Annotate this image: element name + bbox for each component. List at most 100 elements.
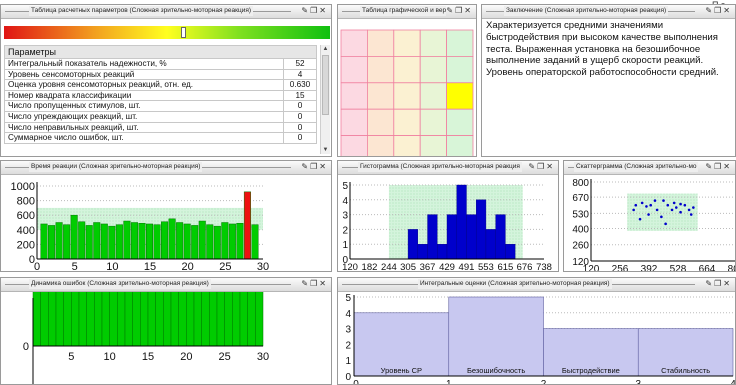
x-tick-label: 182 <box>362 262 378 272</box>
table-row[interactable]: Суммарное число ошибок, шт. 0 <box>4 132 317 144</box>
y-tick-label: 4 <box>345 309 351 320</box>
pin-icon[interactable]: ✎ <box>301 5 310 17</box>
table-row[interactable]: Оценка уровня сенсомоторных реакций, отн… <box>4 79 317 91</box>
grid-cell <box>340 108 368 136</box>
error-bar <box>209 292 218 347</box>
params-scrollbar[interactable]: ▲ ▼ <box>320 45 330 154</box>
x-tick-label: 392 <box>641 264 658 272</box>
grid-cell <box>446 29 474 57</box>
error-bar <box>255 292 264 347</box>
classification-grid <box>340 29 474 156</box>
scroll-down-icon[interactable]: ▼ <box>321 146 330 154</box>
integral-titlebar[interactable]: Интегральные оценки (Сложная зрительно-м… <box>338 278 735 292</box>
scatter-point <box>662 199 665 202</box>
reaction-time-titlebar[interactable]: Время реакции (Сложная зрительно-моторна… <box>1 161 331 175</box>
reaction-time-bar <box>228 223 236 260</box>
y-tick-label: 530 <box>572 209 589 220</box>
x-tick-label: 120 <box>583 264 600 272</box>
histogram-titlebar[interactable]: Гистограмма (Сложная зрительно-моторная … <box>338 161 558 175</box>
grid-cell <box>419 29 447 57</box>
pin-icon[interactable]: ✎ <box>705 5 714 17</box>
reaction-time-bar <box>183 223 191 260</box>
pin-icon[interactable]: ✎ <box>301 278 310 290</box>
params-table-window: Таблица расчетных параметров (Сложная зр… <box>0 4 332 157</box>
grid-cell <box>446 135 474 156</box>
close-icon[interactable]: ✕ <box>723 161 732 173</box>
restore-icon[interactable]: ❐ <box>714 278 723 290</box>
errors-chart: 0151015202530 <box>23 292 269 384</box>
param-label: Оценка уровня сенсомоторных реакций, отн… <box>4 79 284 91</box>
error-bar <box>117 292 126 347</box>
param-label: Число неправильных реакций, шт. <box>4 121 284 134</box>
scroll-thumb[interactable] <box>322 55 329 115</box>
close-icon[interactable]: ✕ <box>319 5 328 17</box>
grid-titlebar[interactable]: Таблица графической и вер ✎❐✕ <box>338 5 476 19</box>
close-icon[interactable]: ✕ <box>723 5 732 17</box>
pin-icon[interactable]: ✎ <box>705 278 714 290</box>
histogram-bar <box>475 199 487 260</box>
error-bar <box>124 292 133 347</box>
error-bar <box>48 292 57 347</box>
param-value: 0 <box>283 121 317 134</box>
x-tick-label: 10 <box>104 351 116 363</box>
restore-icon[interactable]: ❐ <box>310 161 319 173</box>
grid-cell <box>366 135 395 156</box>
restore-icon[interactable]: ❐ <box>310 278 319 290</box>
scatter-point <box>645 205 648 208</box>
pin-icon[interactable]: ✎ <box>301 161 310 173</box>
error-bar <box>101 292 110 347</box>
restore-icon[interactable]: ❐ <box>714 161 723 173</box>
restore-icon[interactable]: ❐ <box>537 161 546 173</box>
error-bar <box>224 292 233 347</box>
y-tick-label: 0 <box>23 341 29 353</box>
scatter-point <box>666 203 670 207</box>
close-icon[interactable]: ✕ <box>723 278 732 290</box>
scatter-point <box>687 208 691 212</box>
error-bar <box>216 292 225 347</box>
x-tick-label: 20 <box>180 351 192 363</box>
params-titlebar[interactable]: Таблица расчетных параметров (Сложная зр… <box>1 5 331 19</box>
restore-icon[interactable]: ❐ <box>455 5 464 17</box>
reaction-time-bar <box>198 220 206 260</box>
histogram-title: Гистограмма (Сложная зрительно-моторная … <box>358 162 522 172</box>
scatter-titlebar[interactable]: Скаттерграмма (Сложная зрительно-мо ✎❐✕ <box>564 161 735 175</box>
close-icon[interactable]: ✕ <box>464 5 473 17</box>
conclusion-titlebar[interactable]: Заключение (Сложная зрительно-моторная р… <box>482 5 735 19</box>
error-bar <box>201 292 210 347</box>
reaction-time-bar <box>221 222 229 260</box>
pin-icon[interactable]: ✎ <box>705 161 714 173</box>
table-row[interactable]: Интегральный показатель надежности, % 52 <box>4 58 317 70</box>
scroll-up-icon[interactable]: ▲ <box>321 45 330 53</box>
integral-window: Интегральные оценки (Сложная зрительно-м… <box>337 277 736 385</box>
table-row[interactable]: Номер квадрата классификации 15 <box>4 89 317 102</box>
close-icon[interactable]: ✕ <box>319 161 328 173</box>
errors-titlebar[interactable]: Динамика ошибок (Сложная зрительно-мотор… <box>1 278 331 292</box>
integral-chart: Уровень СР Безошибочность Быстродействие Ст… <box>345 293 735 385</box>
reaction-time-bar <box>55 222 63 260</box>
reaction-time-bar <box>93 222 101 260</box>
table-row[interactable]: Число упреждающих реакций, шт. 0 <box>4 110 317 123</box>
table-row[interactable]: Число неправильных реакций, шт. 0 <box>4 121 317 134</box>
errors-title: Динамика ошибок (Сложная зрительно-мотор… <box>29 279 211 289</box>
close-icon[interactable]: ✕ <box>319 278 328 290</box>
grid-cell <box>340 82 368 110</box>
restore-icon[interactable]: ❐ <box>310 5 319 17</box>
pin-icon[interactable]: ✎ <box>528 161 537 173</box>
y-tick-label: 1000 <box>11 181 35 193</box>
pin-icon[interactable]: ✎ <box>446 5 455 17</box>
x-tick-label: 429 <box>439 262 455 272</box>
error-bar <box>63 292 72 347</box>
error-bar <box>78 292 87 347</box>
scatter-point <box>679 202 682 206</box>
table-row[interactable]: Число пропущенных стимулов, шт. 0 <box>4 100 317 112</box>
reaction-time-bar <box>191 225 199 260</box>
histogram-bar <box>417 243 428 260</box>
scatter-point <box>632 208 635 212</box>
restore-icon[interactable]: ❐ <box>714 5 723 17</box>
table-row[interactable]: Уровень сенсомоторных реакций 4 <box>4 68 317 81</box>
reaction-time-bar <box>108 225 116 260</box>
close-icon[interactable]: ✕ <box>546 161 555 173</box>
x-tick-label: 4 <box>730 379 735 385</box>
grid-table-window: Таблица графической и вер ✎❐✕ <box>337 4 477 157</box>
error-bar <box>178 292 187 347</box>
